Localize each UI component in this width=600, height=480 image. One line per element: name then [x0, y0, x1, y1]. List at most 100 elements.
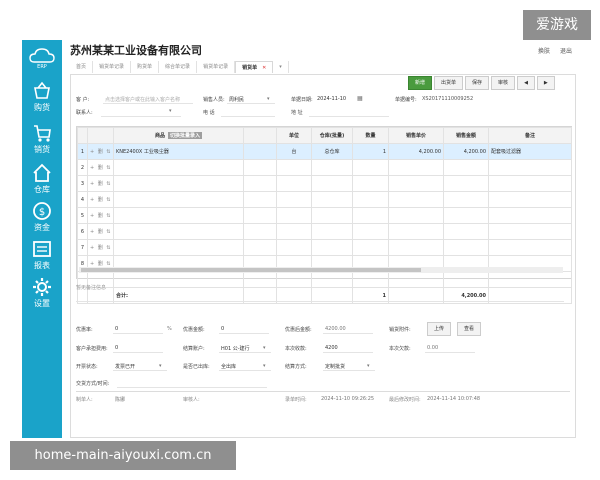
new-button[interactable]: 新增 [408, 76, 433, 90]
row-amount[interactable]: 4,200.00 [443, 143, 489, 160]
sidebar-item-warehouse[interactable]: 仓库 [22, 160, 62, 202]
cloud-logo-icon: ERP [29, 48, 55, 70]
discount-rate-label: 优惠率: [76, 327, 93, 333]
shipped-chevron-icon: ▾ [263, 363, 266, 369]
chevron-down-icon[interactable]: ▾ [273, 61, 289, 73]
tab-sales-records[interactable]: 销货单记录 [93, 61, 132, 73]
modify-time-label: 最后修改时间: [389, 397, 421, 403]
salesperson-chevron-icon: ▾ [267, 96, 270, 102]
table-row[interactable]: 6 + 删 ⇅ [77, 223, 572, 240]
discount-amount-label: 优惠金额: [183, 327, 205, 333]
row-ops[interactable]: + 删 ⇅ [87, 191, 114, 208]
row-warehouse[interactable]: 总仓库 [311, 143, 353, 160]
discount-rate-input[interactable]: 0 [115, 326, 118, 332]
report-icon [33, 241, 51, 257]
discount-amount-input[interactable]: 0 [221, 326, 224, 332]
grid-header-amount: 销售金额 [443, 127, 489, 144]
settle-method-label: 结算方式: [285, 364, 307, 370]
upload-button[interactable]: 上传 [427, 322, 452, 336]
save-button[interactable]: 保存 [465, 76, 490, 90]
row-spec[interactable] [243, 143, 277, 160]
app-window: ERP 购货 销货 仓库 $ 资金 报表 设置 苏州某某工业设备有限公司 换肤 … [22, 40, 578, 438]
customer-label: 客 户: [76, 97, 90, 103]
next-button[interactable]: ▶ [536, 76, 555, 90]
modify-time-value: 2024-11-14 10:07:48 [427, 396, 481, 402]
logout-link[interactable]: 退出 [560, 48, 572, 55]
table-row[interactable]: 2 + 删 ⇅ [77, 159, 572, 176]
gear-icon [33, 278, 51, 296]
sidebar-item-settings[interactable]: 设置 [22, 274, 62, 316]
grid-header-product: 商品 切换批量录入 [113, 127, 244, 144]
top-links: 换肤 退出 [530, 46, 572, 55]
maker-value: 陈娜 [115, 397, 126, 403]
table-row[interactable]: 5 + 删 ⇅ [77, 207, 572, 224]
received-input[interactable]: 4200 [325, 345, 338, 351]
contact-label: 联系人: [76, 110, 93, 116]
contact-chevron-icon[interactable]: ▾ [169, 108, 172, 114]
row-ops[interactable]: + 删 ⇅ [87, 239, 114, 256]
row-ops[interactable]: + 删 ⇅ [87, 159, 114, 176]
tab-home[interactable]: 首页 [70, 61, 94, 73]
outbound-button[interactable]: 出货单 [434, 76, 464, 90]
after-discount-value: 4200.00 [325, 326, 346, 332]
table-row[interactable]: 4 + 删 ⇅ [77, 191, 572, 208]
tab-purchase-order[interactable]: 购货单 [131, 61, 160, 73]
sidebar-label-settings: 设置 [34, 299, 50, 308]
table-row[interactable]: 3 + 删 ⇅ [77, 175, 572, 192]
company-title: 苏州某某工业设备有限公司 [70, 44, 202, 57]
table-row[interactable]: 7 + 删 ⇅ [77, 239, 572, 256]
remark-input[interactable]: 暂无备注信息 [76, 284, 560, 302]
table-row[interactable]: 1 + 删 ⇅ KNE2400X 工业吸尘器 台 总仓库 1 4,200.00 … [77, 143, 572, 160]
row-note[interactable]: 配套吸过滤器 [488, 143, 572, 160]
doc-no-label: 单据编号: [395, 97, 417, 103]
row-ops[interactable]: + 删 ⇅ [87, 223, 114, 240]
row-qty[interactable]: 1 [352, 143, 389, 160]
shipped-label: 是否已出库: [183, 364, 210, 370]
row-ops[interactable]: + 删 ⇅ [87, 207, 114, 224]
sidebar-item-funds[interactable]: $ 资金 [22, 198, 62, 240]
sidebar-item-sales[interactable]: 销货 [22, 120, 62, 162]
settle-method-select[interactable]: 定制批货 [325, 363, 345, 370]
grid-header-note: 备注 [488, 127, 572, 144]
date-input[interactable]: 2024-11-10 [317, 96, 346, 102]
grid-header-price: 销售单价 [388, 127, 444, 144]
scrollbar-thumb[interactable] [81, 268, 421, 272]
record-time-value: 2024-11-10 09:26:25 [321, 396, 375, 402]
record-time-label: 录单时间: [285, 397, 307, 403]
row-product[interactable]: KNE2400X 工业吸尘器 [113, 143, 244, 160]
skin-link[interactable]: 换肤 [538, 48, 550, 55]
prev-button[interactable]: ◀ [517, 76, 535, 90]
watermark-bottom: home-main-aiyouxi.com.cn [10, 441, 236, 470]
home-icon [33, 163, 51, 182]
tab-general-records[interactable]: 综合单记录 [159, 61, 198, 73]
row-no: 3 [77, 175, 88, 192]
sidebar-item-purchase[interactable]: 购货 [22, 78, 62, 120]
tab-sales-order[interactable]: 销货单 ✕ [235, 61, 274, 73]
tab-bar: 首页 销货单记录 购货单 综合单记录 销货单记录 销货单 ✕ ▾ [70, 61, 289, 73]
settle-account-chevron-icon: ▾ [263, 345, 266, 351]
date-label: 单据日期: [291, 97, 313, 103]
calendar-icon[interactable]: ▦ [357, 95, 363, 102]
debt-value: 0.00 [427, 345, 439, 351]
settle-method-chevron-icon: ▾ [367, 363, 370, 369]
tab-sales-records-2[interactable]: 销货单记录 [197, 61, 236, 73]
customer-fee-input[interactable]: 0 [115, 345, 118, 351]
batch-entry-button[interactable]: 切换批量录入 [168, 132, 203, 139]
row-price[interactable]: 4,200.00 [388, 143, 444, 160]
sidebar-item-reports[interactable]: 报表 [22, 236, 62, 278]
view-button[interactable]: 查看 [457, 322, 482, 336]
horizontal-scrollbar[interactable] [79, 267, 563, 273]
settle-account-select[interactable]: H01 公-建行 [221, 345, 250, 352]
audit-button[interactable]: 审核 [491, 76, 516, 90]
grid-header-row: 商品 切换批量录入 单位 仓库(批量) 数量 销售单价 销售金额 备注 [77, 127, 572, 144]
row-no: 6 [77, 223, 88, 240]
invoice-select[interactable]: 发票已开 [115, 363, 135, 370]
basket-icon [34, 81, 50, 99]
customer-input[interactable]: 点击选择客户或在此输入客户名称 [105, 96, 180, 103]
shipped-select[interactable]: 全出库 [221, 363, 236, 370]
row-unit[interactable]: 台 [276, 143, 312, 160]
row-ops[interactable]: + 删 ⇅ [87, 175, 114, 192]
close-icon[interactable]: ✕ [262, 65, 266, 71]
row-ops[interactable]: + 删 ⇅ [87, 143, 114, 160]
salesperson-select[interactable]: 周利民 [229, 96, 244, 103]
